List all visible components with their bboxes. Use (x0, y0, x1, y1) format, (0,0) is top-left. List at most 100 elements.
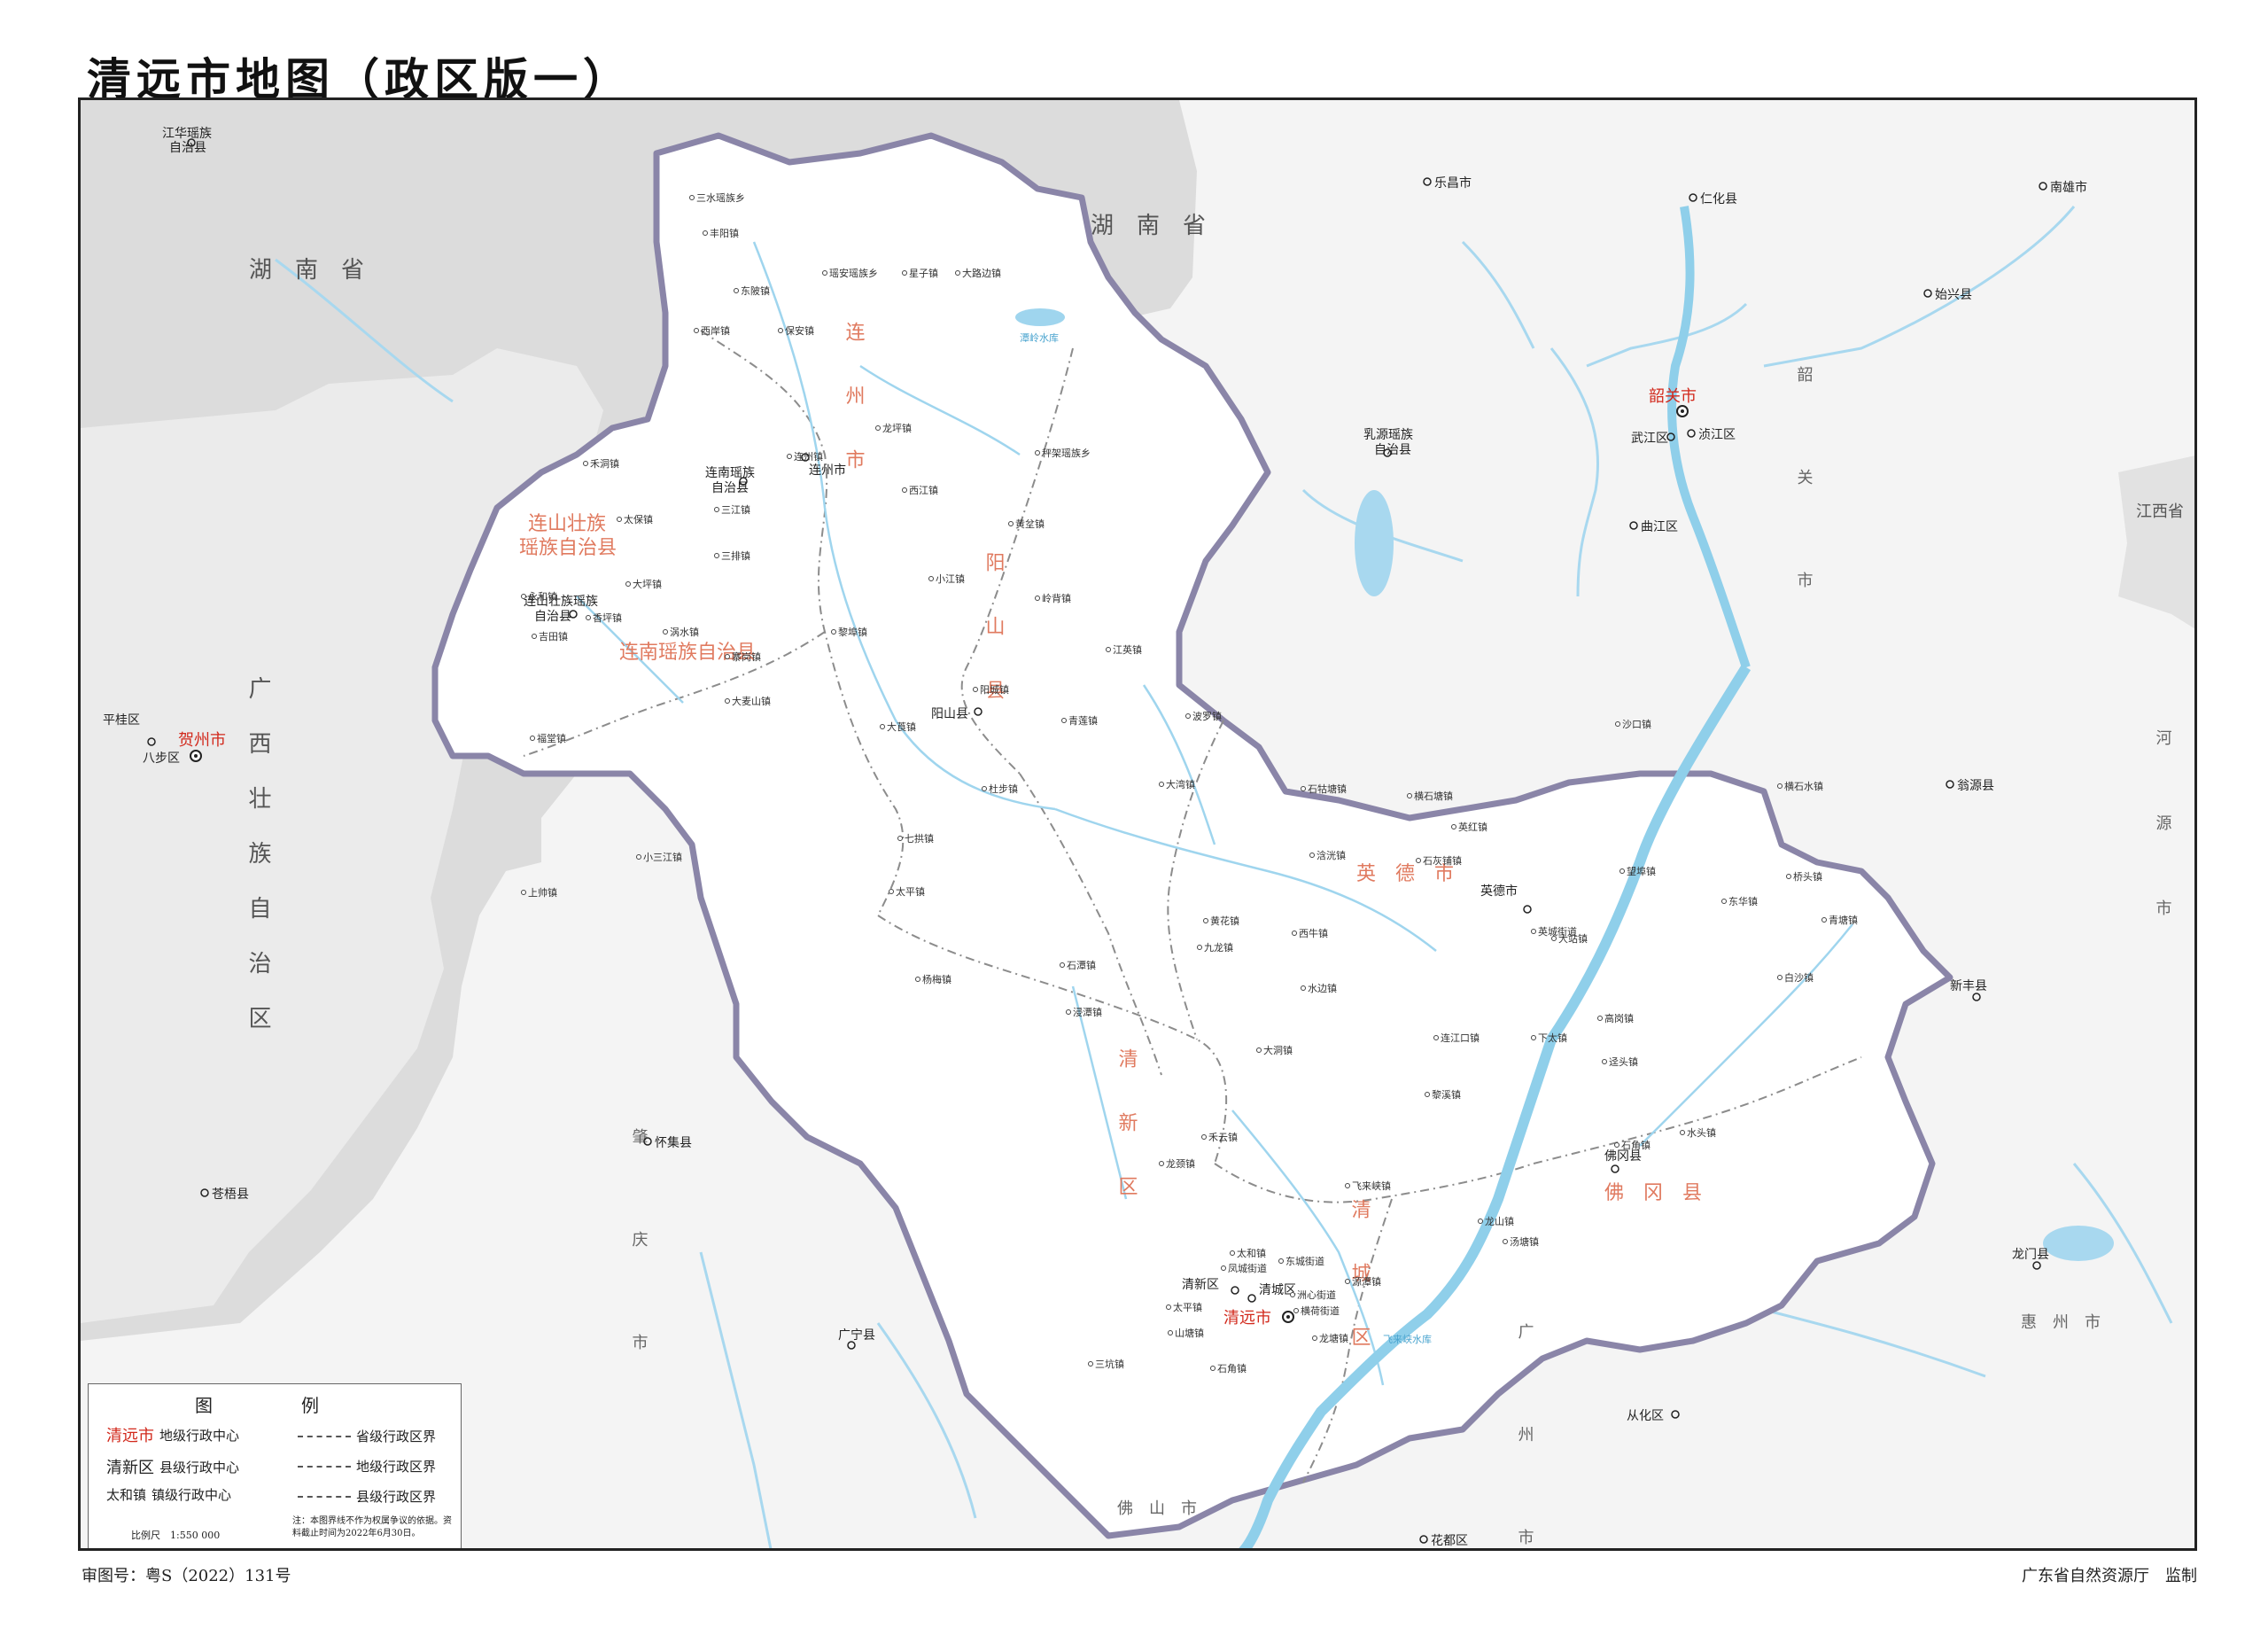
town-label: 连江口镇 (1441, 1032, 1480, 1044)
town-label: 禾洞镇 (590, 457, 619, 470)
town-dot (586, 615, 591, 620)
town-marker: 横石水镇 (1777, 780, 1823, 792)
town-dot (787, 454, 792, 459)
town-marker: 东城街道 (1278, 1255, 1324, 1267)
town-dot (583, 461, 588, 466)
town-label: 上帅镇 (528, 886, 557, 899)
tanling-reservoir-label: 潭岭水库 (1020, 331, 1059, 344)
town-label: 保安镇 (785, 324, 814, 337)
legend-boundary-pref: 地级行政区界 (292, 1457, 436, 1476)
town-label: 太保镇 (624, 513, 653, 526)
shaoguan-pref-label: 韶 关 市 (1795, 366, 1814, 623)
town-dot (1531, 1035, 1536, 1040)
svg-text:乳源瑶族: 乳源瑶族 (1363, 428, 1413, 442)
town-dot (1531, 929, 1536, 934)
town-dot (714, 507, 719, 512)
qingyuan-region (431, 132, 1953, 1539)
legend-boundary-prov: 省级行政区界 (292, 1427, 436, 1445)
svg-text:从化区: 从化区 (1627, 1409, 1664, 1423)
map-frame[interactable]: 潭岭水库 飞来峡水库 湖 南 省 湖 南 省 广西壮族自治区 江西省 连 州 市… (78, 97, 2197, 1551)
guangzhou-pref-label: 广 州 市 (1516, 1323, 1534, 1551)
town-label: 龙山镇 (1485, 1215, 1514, 1227)
town-marker: 飞来峡镇 (1345, 1180, 1391, 1192)
town-dot (1416, 858, 1421, 863)
svg-text:自治县: 自治县 (169, 141, 206, 155)
town-label: 黄坌镇 (1015, 518, 1045, 530)
legend-note: 注：本图界线不作为权属争议的依据。资料截止时间为2022年6月30日。 (292, 1516, 452, 1538)
town-marker: 小三江镇 (636, 851, 682, 863)
town-label: 横石水镇 (1784, 780, 1823, 792)
town-label: 沙口镇 (1622, 718, 1651, 730)
svg-text:广宁县: 广宁县 (838, 1328, 875, 1343)
town-label: 三坑镇 (1095, 1358, 1124, 1370)
town-label: 石牯塘镇 (1308, 783, 1347, 795)
town-label: 桥头镇 (1793, 870, 1822, 883)
town-dot (532, 634, 537, 639)
town-dot (889, 889, 894, 894)
town-dot (1478, 1219, 1483, 1224)
hunan-label-top: 湖 南 省 (1091, 213, 1206, 239)
town-label: 浸潭镇 (1073, 1006, 1102, 1018)
fogang-label: 佛 冈 县 (1604, 1182, 1702, 1204)
town-dot (1088, 1361, 1093, 1367)
town-label: 望埠镇 (1627, 865, 1656, 877)
town-dot (1451, 824, 1456, 829)
town-label: 西江镇 (909, 484, 938, 496)
jiangxi-province-area (2118, 456, 2194, 629)
town-dot (1210, 1366, 1216, 1371)
town-dot (703, 230, 708, 236)
svg-text:自治县: 自治县 (534, 610, 571, 624)
town-dot (1230, 1250, 1235, 1256)
map-canvas[interactable]: 潭岭水库 飞来峡水库 湖 南 省 湖 南 省 广西壮族自治区 江西省 连 州 市… (81, 100, 2197, 1551)
town-label: 丰阳镇 (710, 227, 739, 239)
town-label: 三江镇 (721, 503, 750, 516)
town-label: 三水瑶族乡 (696, 191, 745, 204)
town-dot (1425, 1092, 1430, 1097)
svg-text:清远市: 清远市 (1223, 1309, 1271, 1328)
town-label: 东陂镇 (741, 284, 770, 297)
town-label: 涡水镇 (670, 626, 699, 638)
town-dot (973, 687, 978, 692)
town-label: 东华镇 (1728, 895, 1758, 907)
map-legend: 图 例 清远市 地级行政中心 清新区 县级行政中心 太和镇 镇级行政中心 省级行… (88, 1383, 462, 1548)
town-dot (1106, 647, 1111, 652)
svg-text:花都区: 花都区 (1431, 1534, 1468, 1548)
town-dot (1777, 783, 1783, 789)
town-label: 大站镇 (1558, 932, 1588, 945)
svg-text:阳山县: 阳山县 (931, 707, 968, 721)
legend-scale: 比例尺 1:550 000 (131, 1530, 221, 1541)
town-label: 杜步镇 (989, 783, 1018, 795)
svg-text:清新区: 清新区 (1182, 1278, 1219, 1292)
town-dot (663, 629, 668, 635)
town-dot (1060, 962, 1065, 968)
town-dot (1035, 596, 1040, 601)
town-marker: 秤架瑶族乡 (1035, 447, 1091, 459)
town-dot (1503, 1239, 1508, 1244)
town-dot (928, 576, 934, 581)
town-label: 汤塘镇 (1510, 1235, 1539, 1248)
town-dot (1292, 931, 1297, 936)
town-dot (1301, 985, 1306, 991)
town-label: 高岗镇 (1604, 1012, 1634, 1024)
town-label: 太和镇 (1237, 1247, 1266, 1259)
town-label: 水边镇 (1308, 982, 1337, 994)
svg-text:苍梧县: 苍梧县 (212, 1187, 249, 1202)
town-label: 英红镇 (1458, 821, 1487, 833)
town-marker: 横荷街道 (1293, 1304, 1340, 1317)
lianshan-label-2: 瑶族自治县 (519, 537, 617, 559)
svg-text:南雄市: 南雄市 (2050, 180, 2087, 195)
town-label: 小江镇 (936, 572, 965, 585)
legend-title: 图 例 (195, 1395, 354, 1416)
town-dot (617, 517, 622, 522)
town-label: 江英镇 (1113, 643, 1142, 656)
town-label: 大莨镇 (887, 720, 916, 733)
town-label: 连州镇 (794, 450, 823, 463)
town-dot (955, 270, 960, 276)
town-dot (1721, 899, 1727, 904)
town-dot (1256, 1047, 1262, 1053)
town-dot (689, 195, 695, 200)
town-label: 洲心街道 (1297, 1289, 1336, 1301)
svg-text:江华瑶族: 江华瑶族 (162, 127, 212, 141)
town-label: 凤城街道 (1228, 1262, 1267, 1274)
legend-boundary-county: 县级行政区界 (292, 1487, 436, 1506)
